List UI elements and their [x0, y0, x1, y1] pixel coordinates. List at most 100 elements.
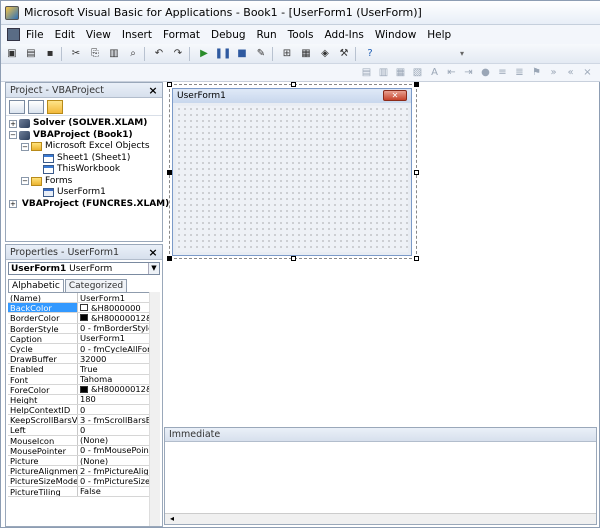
property-row[interactable]: PictureAlignment 2 - fmPictureAlignm — [8, 466, 158, 477]
property-row[interactable]: Enabled True — [8, 364, 158, 375]
property-value[interactable]: UserForm1 — [78, 334, 158, 343]
property-row[interactable]: KeepScrollBarsVisible3 - fmScrollBarsBot — [8, 415, 158, 426]
clear-bookmarks-icon[interactable]: × — [580, 65, 595, 81]
menu-window[interactable]: Window — [375, 29, 416, 41]
property-value[interactable]: UserForm1 — [78, 293, 158, 302]
toolbar-overflow-icon[interactable]: ▾ — [460, 49, 464, 58]
toggle-breakpoint-icon[interactable]: ● — [478, 65, 493, 81]
property-value[interactable]: 2 - fmPictureAlignm — [78, 466, 158, 475]
next-bookmark-icon[interactable]: » — [546, 65, 561, 81]
chevron-down-icon[interactable]: ▼ — [148, 263, 159, 274]
property-value[interactable]: Tahoma — [78, 375, 158, 384]
property-row[interactable]: Cycle 0 - fmCycleAllForms — [8, 343, 158, 355]
property-row[interactable]: MouseIcon (None) — [8, 435, 158, 446]
menu-insert[interactable]: Insert — [122, 29, 152, 41]
resize-handle[interactable] — [414, 170, 419, 175]
design-grid[interactable] — [176, 106, 408, 252]
property-row[interactable]: (Name) UserForm1 — [8, 293, 158, 304]
property-row[interactable]: MousePointer 0 - fmMousePointer — [8, 445, 158, 456]
property-value[interactable]: True — [78, 364, 158, 373]
property-row[interactable]: ForeColor &H80000012& — [8, 384, 158, 395]
tree-item[interactable]: + Solver (SOLVER.XLAM) — [9, 118, 162, 130]
view-excel-icon[interactable]: ▣ — [4, 46, 20, 62]
resize-handle[interactable] — [291, 256, 296, 261]
property-row[interactable]: PictureTiling False — [8, 486, 158, 497]
menu-file[interactable]: File — [26, 29, 44, 41]
tab-categorized[interactable]: Categorized — [64, 279, 128, 293]
menu-edit[interactable]: Edit — [55, 29, 75, 41]
complete-word-icon[interactable]: A — [427, 65, 442, 81]
tree-item[interactable]: − VBAProject (Book1) — [9, 130, 162, 142]
userform[interactable]: UserForm1 ✕ — [172, 88, 412, 256]
expand-icon[interactable]: − — [9, 131, 17, 140]
property-value[interactable]: 180 — [78, 395, 158, 404]
property-value[interactable]: (None) — [78, 436, 158, 445]
property-row[interactable]: Height 180 — [8, 394, 158, 406]
menu-addins[interactable]: Add-Ins — [325, 29, 364, 41]
expand-icon[interactable]: − — [21, 177, 29, 186]
property-row[interactable]: BorderStyle 0 - fmBorderStyleN — [8, 323, 158, 334]
property-row[interactable]: BorderColor &H80000012& — [8, 313, 158, 324]
property-value[interactable]: 0 - fmBorderStyleN — [78, 324, 158, 333]
view-object-icon[interactable] — [28, 99, 44, 114]
toggle-folders-icon[interactable] — [47, 99, 63, 114]
property-row[interactable]: Font Tahoma — [8, 374, 158, 385]
paste-icon[interactable]: ▥ — [106, 46, 122, 62]
immediate-window[interactable]: Immediate ◂ — [164, 427, 597, 525]
close-icon[interactable]: × — [147, 84, 159, 97]
expand-icon[interactable]: − — [21, 142, 29, 151]
list-properties-icon[interactable]: ▤ — [359, 65, 374, 81]
design-mode-icon[interactable]: ✎ — [253, 46, 269, 62]
property-row[interactable]: Picture (None) — [8, 456, 158, 467]
expand-icon[interactable]: + — [9, 119, 17, 128]
menu-tools[interactable]: Tools — [288, 29, 314, 41]
tree-item[interactable]: ThisWorkbook — [9, 164, 162, 176]
uncomment-block-icon[interactable]: ≣ — [512, 65, 527, 81]
property-value[interactable]: 0 - fmPictureSizeMc — [78, 476, 158, 485]
insert-object-icon[interactable]: ▤ — [23, 46, 39, 62]
property-row[interactable]: BackColor&H8000000▼ — [8, 303, 158, 314]
property-value[interactable]: (None) — [78, 456, 158, 465]
tree-item[interactable]: − Forms — [9, 176, 162, 188]
property-value[interactable]: 0 - fmMousePointer — [78, 446, 158, 455]
property-row[interactable]: HelpContextID 0 — [8, 405, 158, 416]
help-icon[interactable]: ? — [362, 46, 378, 62]
list-constants-icon[interactable]: ▥ — [376, 65, 391, 81]
break-icon[interactable]: ❚❚ — [215, 46, 232, 62]
toolbox-icon[interactable]: ⚒ — [336, 46, 352, 62]
menu-debug[interactable]: Debug — [211, 29, 246, 41]
property-value[interactable]: 32000 — [78, 354, 158, 363]
tree-item[interactable]: − Microsoft Excel Objects — [9, 141, 162, 153]
find-icon[interactable]: ⌕ — [125, 46, 141, 62]
menu-view[interactable]: View — [86, 29, 111, 41]
object-selector[interactable]: UserForm1 UserForm ▼ — [8, 262, 160, 275]
property-value[interactable]: 0 - fmCycleAllForms — [78, 344, 158, 353]
run-icon[interactable]: ▶ — [196, 46, 212, 62]
tree-item[interactable]: Sheet1 (Sheet1) — [9, 153, 162, 165]
indent-icon[interactable]: ⇥ — [461, 65, 476, 81]
property-row[interactable]: DrawBuffer 32000 — [8, 354, 158, 365]
outdent-icon[interactable]: ⇤ — [444, 65, 459, 81]
reset-icon[interactable]: ■ — [234, 46, 250, 62]
property-row[interactable]: Caption UserForm1 — [8, 333, 158, 344]
immediate-hscroll[interactable]: ◂ — [165, 513, 596, 524]
resize-handle[interactable] — [414, 256, 419, 261]
menu-run[interactable]: Run — [257, 29, 277, 41]
save-icon[interactable]: ▪ — [42, 46, 58, 62]
cut-icon[interactable]: ✂ — [68, 46, 84, 62]
property-row[interactable]: Left 0 — [8, 425, 158, 436]
property-value[interactable]: &H8000000▼ — [78, 303, 158, 312]
property-value[interactable]: &H80000012& — [78, 385, 158, 394]
property-value[interactable]: 0 — [78, 405, 158, 414]
quick-info-icon[interactable]: ▦ — [393, 65, 408, 81]
property-value[interactable]: False — [78, 487, 158, 496]
undo-icon[interactable]: ↶ — [151, 46, 167, 62]
menu-format[interactable]: Format — [163, 29, 200, 41]
scroll-left-icon[interactable]: ◂ — [170, 514, 174, 523]
close-icon[interactable]: × — [147, 246, 159, 259]
object-browser-icon[interactable]: ◈ — [317, 46, 333, 62]
expand-icon[interactable]: + — [9, 200, 17, 209]
comment-block-icon[interactable]: ≡ — [495, 65, 510, 81]
menu-help[interactable]: Help — [427, 29, 451, 41]
param-info-icon[interactable]: ▧ — [410, 65, 425, 81]
